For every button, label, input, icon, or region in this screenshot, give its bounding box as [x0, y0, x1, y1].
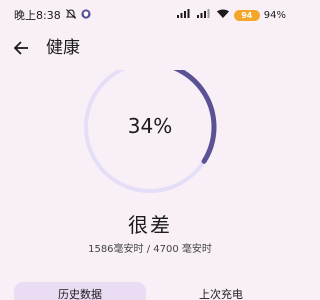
- capacity-text: 1586毫安时 / 4700 毫安时: [88, 244, 212, 255]
- battery-health-gauge: 34%: [82, 70, 218, 196]
- status-right: 94 94%: [176, 7, 286, 23]
- tabs: 历史数据 上次充电: [14, 282, 286, 300]
- battery-icon: 94: [233, 9, 260, 21]
- health-status: 很差: [128, 213, 172, 237]
- back-button[interactable]: [9, 36, 33, 60]
- signal-icon-2: [196, 8, 212, 22]
- status-time: 晚上8:38: [14, 9, 61, 22]
- alarm-off-icon: [65, 8, 77, 23]
- tab-last-charge[interactable]: 上次充电: [156, 282, 286, 300]
- wifi-icon: [216, 8, 230, 22]
- page-title: 健康: [46, 38, 80, 58]
- app-header: 健康: [0, 30, 300, 66]
- gauge-value: 34%: [127, 114, 173, 138]
- arrow-back-icon: [13, 41, 28, 55]
- signal-icon: [176, 8, 192, 22]
- status-bar: 晚上8:38 94 94%: [0, 0, 300, 30]
- battery-percent: 94%: [263, 9, 286, 21]
- status-left: 晚上8:38: [14, 7, 91, 23]
- battery-level: 94: [241, 10, 253, 20]
- shield-icon: [81, 8, 91, 22]
- tab-history-data[interactable]: 历史数据: [14, 282, 146, 300]
